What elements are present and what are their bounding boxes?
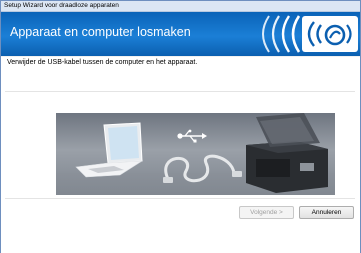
footer-divider bbox=[5, 198, 355, 199]
usb-icon bbox=[177, 129, 207, 143]
page-title: Apparaat en computer losmaken bbox=[10, 25, 191, 39]
header-banner: Apparaat en computer losmaken bbox=[1, 12, 360, 56]
title-bar: Setup Wizard voor draadloze apparaten bbox=[1, 1, 360, 12]
wizard-window: Setup Wizard voor draadloze apparaten Ap… bbox=[0, 0, 361, 253]
laptop-icon bbox=[75, 122, 144, 178]
printer-icon bbox=[246, 113, 328, 193]
window-title: Setup Wizard voor draadloze apparaten bbox=[4, 2, 119, 9]
cancel-button[interactable]: Annuleren bbox=[299, 206, 354, 219]
disconnect-illustration bbox=[56, 113, 335, 195]
content-area: Verwijder de USB-kabel tussen de compute… bbox=[1, 57, 360, 253]
divider bbox=[5, 91, 355, 92]
wireless-logo-icon bbox=[302, 16, 358, 52]
next-button[interactable]: Volgende > bbox=[239, 206, 294, 219]
instruction-text: Verwijder de USB-kabel tussen de compute… bbox=[7, 59, 198, 66]
